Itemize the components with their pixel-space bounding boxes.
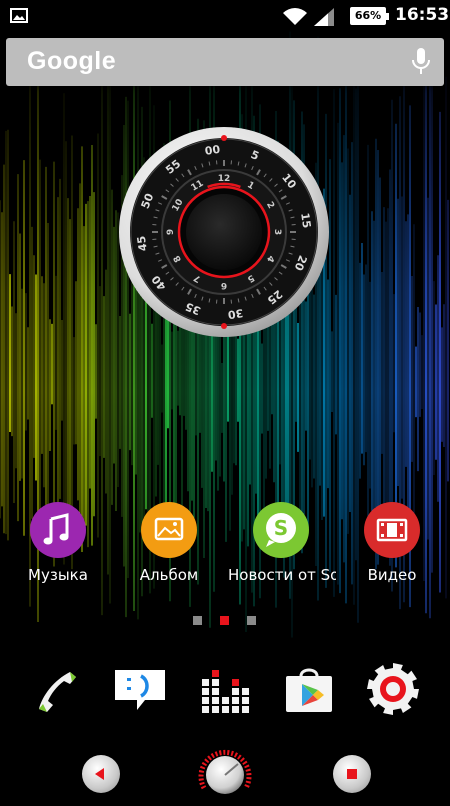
apps-grid-cell [212, 670, 219, 677]
app-video[interactable]: Видео [337, 502, 447, 584]
app-label: Новости от Sony [226, 566, 336, 584]
page-dot[interactable] [193, 616, 202, 625]
google-logo: Google [27, 47, 116, 76]
apps-grid-cell [202, 688, 209, 695]
app-album[interactable]: Альбом [114, 502, 224, 584]
signal-icon [314, 8, 334, 26]
status-time: 16:53 [395, 5, 449, 25]
clock-minute-label: 15 [298, 212, 313, 229]
apps-grid-cell [232, 688, 239, 695]
play-store-icon[interactable] [280, 660, 338, 718]
apps-grid-cell [232, 697, 239, 704]
clock-hour-label: 9 [166, 229, 176, 235]
apps-grid-cell [242, 706, 249, 713]
wifi-icon [283, 8, 307, 26]
music-note-icon [30, 502, 86, 558]
apps-grid-cell [232, 706, 239, 713]
svg-text:S: S [274, 516, 288, 540]
microphone-icon[interactable] [412, 48, 430, 76]
film-icon [364, 502, 420, 558]
apps-grid-cell [212, 706, 219, 713]
clock-hour-label: 3 [272, 229, 282, 235]
apps-grid-cell [222, 697, 229, 704]
apps-grid-cell [202, 706, 209, 713]
battery-icon: 66% [350, 7, 386, 25]
settings-icon[interactable] [364, 660, 422, 718]
clock-minute-label: 30 [227, 306, 244, 321]
apps-grid-cell [232, 679, 239, 686]
page-indicator [0, 616, 450, 626]
back-icon[interactable] [82, 755, 120, 793]
gear-hole [386, 682, 400, 696]
gallery-icon [10, 8, 28, 23]
clock-widget[interactable]: 51015202530354045505500 123456789101112 [118, 126, 330, 338]
apps-grid-cell [242, 688, 249, 695]
clock-hour-label: 12 [218, 174, 231, 184]
app-news-from-sony[interactable]: S Новости от Sony [226, 502, 336, 584]
app-label: Альбом [114, 566, 224, 584]
socialife-icon: S [253, 502, 309, 558]
apps-grid-cell [222, 706, 229, 713]
recents-icon[interactable] [333, 755, 371, 793]
apps-grid-cell [212, 688, 219, 695]
apps-grid-cell [202, 697, 209, 704]
app-music[interactable]: Музыка [3, 502, 113, 584]
page-dot-current[interactable] [220, 616, 229, 625]
clock-minute-label: 00 [204, 143, 221, 158]
clock-minute-label: 45 [135, 235, 150, 252]
album-icon [141, 502, 197, 558]
apps-grid-cell [212, 697, 219, 704]
apps-grid-cell [242, 697, 249, 704]
page-dot[interactable] [247, 616, 256, 625]
app-label: Видео [337, 566, 447, 584]
apps-grid-cell [202, 679, 209, 686]
google-search-bar[interactable]: Google [6, 38, 444, 86]
phone-icon[interactable] [30, 660, 88, 718]
apps-grid-cell [212, 679, 219, 686]
all-apps-icon[interactable] [196, 660, 254, 718]
status-bar: 66% 16:53 [0, 0, 450, 32]
app-label: Музыка [3, 566, 113, 584]
clock-hour-label: 6 [221, 280, 227, 290]
messaging-icon[interactable] [111, 660, 169, 718]
home-icon[interactable] [196, 744, 254, 802]
